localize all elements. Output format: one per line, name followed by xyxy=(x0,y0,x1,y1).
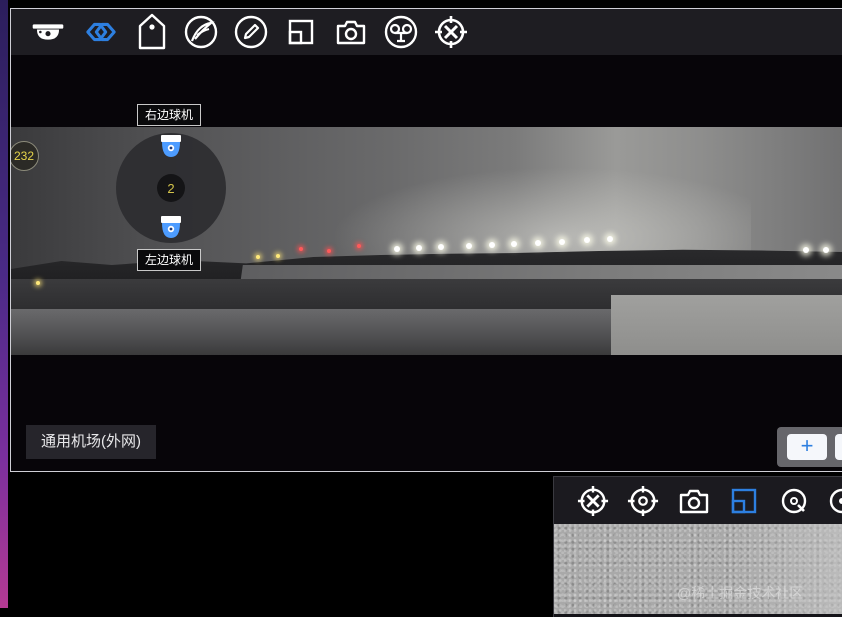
runway-light xyxy=(535,240,541,246)
water-reflection xyxy=(11,309,611,355)
beacon-light xyxy=(299,247,303,251)
feather-icon[interactable] xyxy=(184,15,218,49)
zoom-in-button[interactable]: + xyxy=(787,434,827,460)
window-icon[interactable] xyxy=(284,15,318,49)
camera-icon[interactable] xyxy=(334,15,368,49)
runway-light xyxy=(394,246,400,252)
runway-light xyxy=(466,243,472,249)
main-toolbar xyxy=(11,9,842,55)
zoom-out-button[interactable] xyxy=(835,434,842,460)
right-camera-label: 右边球机 xyxy=(137,104,202,126)
runway-light xyxy=(438,244,444,250)
panorama-count-badge[interactable]: 232 xyxy=(11,141,39,171)
camera-icon[interactable] xyxy=(678,485,710,517)
beacon-light xyxy=(327,249,331,253)
search-target-icon[interactable] xyxy=(778,485,810,517)
dome-camera-icon[interactable] xyxy=(31,15,65,49)
target-icon[interactable] xyxy=(627,485,659,517)
secondary-toolbar xyxy=(554,477,842,524)
runway-light xyxy=(823,247,829,253)
site-name-label: 通用机场(外网) xyxy=(26,425,156,459)
tag-icon[interactable] xyxy=(135,13,169,50)
runway-light xyxy=(559,239,565,245)
water-reflection-right xyxy=(611,295,842,355)
right-dome-camera-icon[interactable] xyxy=(159,133,183,159)
beacon-light xyxy=(357,244,361,248)
target-crosshair-icon[interactable] xyxy=(434,15,468,49)
pencil-icon[interactable] xyxy=(234,15,268,49)
zoom-panel: + xyxy=(777,427,842,467)
runway-light xyxy=(607,236,613,242)
left-camera-label: 左边球机 xyxy=(137,249,202,271)
window-icon[interactable] xyxy=(728,485,760,517)
runway-light xyxy=(803,247,809,253)
watermark: @稀土掘金技术社区 xyxy=(677,585,804,601)
tape-recorder-icon[interactable] xyxy=(384,15,418,49)
runway-light xyxy=(584,237,590,243)
link-icon[interactable] xyxy=(84,15,118,49)
ptz-camera-count[interactable]: 2 xyxy=(157,174,185,202)
more-icon[interactable] xyxy=(826,485,842,517)
taxi-light xyxy=(36,281,40,285)
main-video-window: 232 2 右边球机 左边球机 通用机场(外网) + xyxy=(10,8,842,472)
target-crosshair-icon[interactable] xyxy=(577,485,609,517)
runway-light xyxy=(416,245,422,251)
taxi-light xyxy=(256,255,260,259)
runway-light xyxy=(511,241,517,247)
runway-light xyxy=(489,242,495,248)
left-dome-camera-icon[interactable] xyxy=(159,214,183,240)
desktop-edge xyxy=(0,0,8,608)
taxi-light xyxy=(276,254,280,258)
